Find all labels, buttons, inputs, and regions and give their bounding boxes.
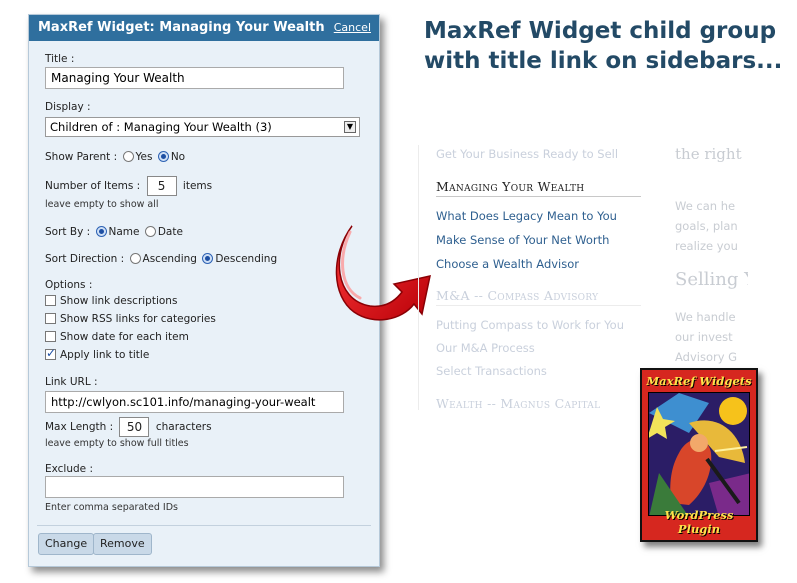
show-parent-no-radio[interactable] — [157, 151, 169, 162]
remove-button[interactable]: Remove — [93, 533, 152, 555]
option-show-date[interactable]: Show date for each item — [45, 331, 189, 343]
arrow-shape — [335, 225, 431, 321]
exclude-hint: Enter comma separated IDs — [45, 502, 178, 513]
sort-by-name-label: Name — [108, 226, 140, 238]
plugin-badge-logo: MaxRef Widgets WordPress Plugin — [640, 368, 758, 542]
num-items-input[interactable]: 5 — [146, 176, 177, 196]
sort-descending-radio[interactable] — [202, 253, 214, 264]
exclude-label: Exclude : — [45, 463, 94, 475]
show-parent-row: Show Parent : Yes No — [45, 151, 185, 163]
sidebar-left-border — [418, 145, 419, 410]
show-parent-yes-radio[interactable] — [122, 151, 134, 162]
bg-text-line: Advisory G — [675, 350, 738, 364]
sidebar-group-title[interactable]: M&A -- Compass Advisory — [436, 288, 598, 303]
widget-panel: MaxRef Widget: Managing Your Wealth Canc… — [28, 14, 380, 567]
option-apply-link[interactable]: Apply link to title — [45, 346, 150, 361]
show-parent-no-label: No — [170, 151, 186, 163]
sort-by-label: Sort By : — [45, 226, 91, 238]
sort-direction-row: Sort Direction : Ascending Descending — [45, 253, 277, 265]
cancel-link[interactable]: Cancel — [334, 15, 371, 41]
bg-text-line: realize you — [675, 239, 738, 253]
max-length-row: Max Length : 50 characters — [45, 417, 212, 437]
bg-heading-top: the right — [675, 145, 742, 163]
max-length-hint: leave empty to show full titles — [45, 438, 189, 449]
display-label: Display : — [45, 101, 91, 113]
show-parent-label: Show Parent : — [45, 151, 118, 163]
chevron-down-icon[interactable]: ▼ — [344, 121, 356, 133]
link-url-label: Link URL : — [45, 376, 98, 388]
headline: MaxRef Widget child group with title lin… — [424, 18, 783, 74]
bg-text-line: We can he — [675, 199, 736, 213]
option-label: Show date for each item — [60, 331, 189, 343]
sort-by-date-radio[interactable] — [144, 226, 156, 237]
badge-top-text: MaxRef Widgets — [646, 374, 752, 388]
widget-title: MaxRef Widget: Managing Your Wealth — [38, 20, 325, 35]
option-checkbox[interactable] — [45, 313, 56, 324]
max-length-label: Max Length : — [45, 421, 114, 433]
display-select-value: Children of : Managing Your Wealth (3) — [50, 120, 272, 134]
sort-by-name-radio[interactable] — [95, 226, 107, 237]
sidebar-rule — [436, 196, 641, 197]
option-show-rss[interactable]: Show RSS links for categories — [45, 313, 216, 325]
option-checkbox[interactable] — [45, 295, 56, 306]
sort-direction-label: Sort Direction : — [45, 253, 125, 265]
max-length-suffix: characters — [155, 421, 212, 433]
link-url-input[interactable]: http://cwlyon.sc101.info/managing-your-w… — [45, 391, 344, 413]
sidebar-faded-link[interactable]: Get Your Business Ready to Sell — [436, 147, 618, 161]
sidebar-link[interactable]: Select Transactions — [436, 364, 547, 378]
title-label: Title : — [45, 53, 75, 65]
option-label: Apply link to title — [60, 349, 150, 361]
sidebar-link[interactable]: Our M&A Process — [436, 341, 535, 355]
change-button[interactable]: Change — [38, 533, 95, 555]
sidebar-group-title-active[interactable]: Managing Your Wealth — [436, 179, 584, 194]
show-parent-yes-label: Yes — [135, 151, 153, 163]
sort-ascending-radio[interactable] — [129, 253, 141, 264]
bg-text-line: goals, plan — [675, 219, 738, 233]
sidebar-group-title[interactable]: Wealth -- Magnus Capital — [436, 396, 600, 410]
bg-text-line: our invest — [675, 330, 733, 344]
badge-bottom-text: WordPress Plugin — [664, 508, 734, 536]
options-label: Options : — [45, 279, 93, 291]
option-checkbox[interactable] — [45, 346, 56, 360]
sort-ascending-label: Ascending — [142, 253, 197, 265]
sort-descending-label: Descending — [215, 253, 278, 265]
sort-by-row: Sort By : Name Date — [45, 226, 183, 238]
display-select[interactable]: Children of : Managing Your Wealth (3) ▼ — [45, 117, 360, 137]
max-length-input[interactable]: 50 — [119, 417, 150, 437]
exclude-input[interactable] — [45, 476, 344, 498]
sidebar-link[interactable]: What Does Legacy Mean to You — [436, 209, 617, 223]
footer-divider — [37, 525, 371, 526]
widget-header: MaxRef Widget: Managing Your Wealth Canc… — [29, 15, 379, 41]
sidebar-link[interactable]: Choose a Wealth Advisor — [436, 257, 579, 271]
sidebar-link[interactable]: Make Sense of Your Net Worth — [436, 233, 609, 247]
sidebar-link[interactable]: Putting Compass to Work for You — [436, 318, 624, 332]
badge-illustration-icon — [649, 393, 749, 515]
num-items-hint: leave empty to show all — [45, 199, 159, 210]
sort-by-date-label: Date — [157, 226, 183, 238]
option-label: Show RSS links for categories — [60, 313, 216, 325]
option-label: Show link descriptions — [60, 295, 178, 307]
num-items-suffix: items — [182, 180, 213, 192]
bg-text-line: We handle — [675, 310, 736, 324]
badge-artwork — [648, 392, 750, 516]
num-items-label: Number of Items : — [45, 180, 141, 192]
option-checkbox[interactable] — [45, 331, 56, 342]
sidebar-rule — [436, 305, 641, 306]
option-show-descriptions[interactable]: Show link descriptions — [45, 295, 177, 307]
bg-heading: Selling Y — [675, 269, 748, 290]
title-input[interactable]: Managing Your Wealth — [45, 67, 344, 89]
num-items-row: Number of Items : 5 items — [45, 176, 212, 196]
